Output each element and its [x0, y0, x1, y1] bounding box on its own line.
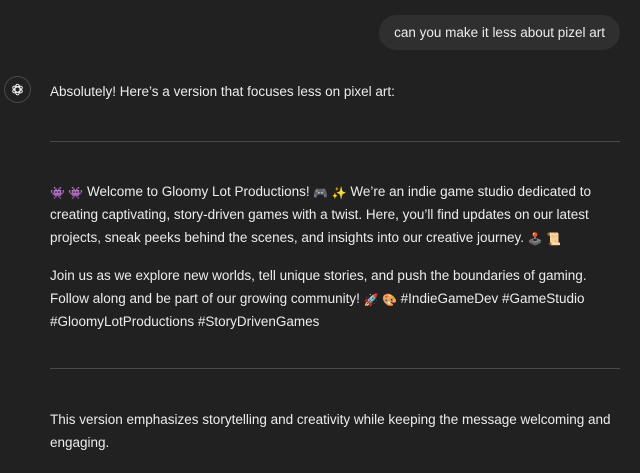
assistant-outro: This version emphasizes storytelling and… [50, 412, 611, 450]
divider [50, 368, 620, 369]
user-message-text: can you make it less about pizel art [394, 25, 605, 40]
assistant-intro: Absolutely! Here’s a version that focuse… [50, 84, 395, 99]
post-paragraph-1: 👾 👾 Welcome to Gloomy Lot Productions! 🎮… [50, 180, 622, 249]
divider [50, 141, 620, 142]
post-text-welcome: Welcome to Gloomy Lot Productions! [86, 184, 310, 199]
chat-page: can you make it less about pizel art Abs… [0, 0, 640, 473]
game-sparkle-emojis: 🎮 ✨ [313, 186, 347, 200]
openai-logo-icon [4, 76, 31, 103]
alien-monster-emojis: 👾 👾 [50, 186, 84, 200]
rocket-palette-emojis: 🚀 🎨 [363, 293, 397, 307]
post-paragraph-2: Join us as we explore new worlds, tell u… [50, 264, 622, 333]
joystick-scroll-emojis: 🕹️ 📜 [527, 232, 562, 246]
user-message-bubble: can you make it less about pizel art [379, 15, 620, 50]
